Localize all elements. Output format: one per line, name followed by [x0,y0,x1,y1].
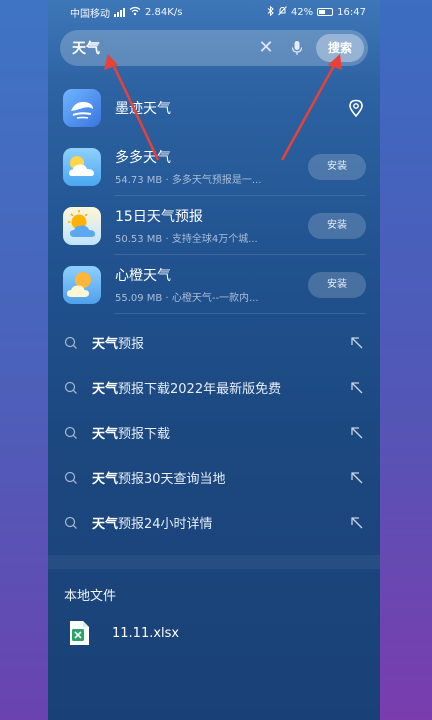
microphone-icon[interactable] [288,38,306,58]
bluetooth-icon [267,5,274,19]
wifi-icon [129,6,141,19]
arrow-up-left-icon[interactable] [350,516,364,530]
arrow-up-left-icon[interactable] [350,381,364,395]
search-icon [64,471,77,484]
arrow-up-left-icon[interactable] [350,336,364,350]
local-files-title: 本地文件 [64,589,117,604]
xlsx-file-icon [70,621,89,645]
search-query[interactable]: 天气 [72,38,256,58]
file-name: 11.11.xlsx [112,625,180,641]
suggestion-item[interactable]: 天气预报下载2022年最新版免费 [48,365,380,410]
app-meta: 50.53 MB · 支持全球4万个城... [115,234,258,245]
search-icon [64,336,77,349]
section-divider [48,555,380,569]
app-name: 心橙天气 [115,268,171,284]
moji-weather-app-icon [63,88,101,127]
app-name: 墨迹天气 [115,100,171,117]
suggestion-text: 天气预报下载2022年最新版免费 [92,382,282,397]
suggestion-item[interactable]: 天气预报下载 [48,410,380,455]
arrow-up-left-icon[interactable] [350,426,364,440]
duoduo-weather-app-icon [63,147,101,186]
suggestion-item[interactable]: 天气预报24小时详情 [48,500,380,545]
search-input[interactable]: 天气 ✕ 搜索 [60,30,368,66]
location-pin-icon[interactable] [346,98,366,118]
search-icon [64,516,77,529]
file-item[interactable]: 11.11.xlsx [48,604,380,646]
search-button[interactable]: 搜索 [315,34,364,62]
battery-percent: 42% [290,6,314,18]
arrow-up-left-icon[interactable] [350,471,364,485]
install-button[interactable]: 安装 [308,153,366,180]
search-row: 天气 ✕ 搜索 [48,24,380,66]
suggestion-item[interactable]: 天气预报30天查询当地 [48,455,380,500]
right-background [380,0,432,720]
app-text: 多多天气 54.73 MB · 多多天气预报是一... [115,147,298,186]
status-bar: 中国移动 2.84K/s 42% 16:47 [48,0,380,24]
app-results: 墨迹天气 多多天气 54.73 MB · 多多天气预报是一... 安装 15日天… [48,78,380,314]
app-row-xincheng[interactable]: 心橙天气 55.09 MB · 心橙天气--一款内... 安装 [48,255,380,314]
suggestion-item[interactable]: 天气预报 [48,320,380,365]
status-left: 中国移动 2.84K/s [70,5,182,20]
suggestion-text: 天气预报下载 [92,427,171,442]
suggestion-text: 天气预报 [92,337,145,352]
xincheng-weather-app-icon [63,265,101,304]
search-icon [64,381,77,394]
suggestion-text: 天气预报30天查询当地 [92,472,226,487]
close-icon[interactable]: ✕ [256,38,276,58]
search-icon [64,426,77,439]
battery-icon [317,8,334,16]
install-button[interactable]: 安装 [308,212,366,239]
app-meta: 54.73 MB · 多多天气预报是一... [115,175,262,186]
left-background [0,0,48,720]
search-suggestions: 天气预报 天气预报下载2022年最新版免费 天气预报下载 天气预报30天查询当地… [48,320,380,545]
status-right: 42% 16:47 [267,5,366,19]
clock: 16:47 [337,6,366,18]
app-row-duoduo[interactable]: 多多天气 54.73 MB · 多多天气预报是一... 安装 [48,137,380,196]
network-speed: 2.84K/s [145,6,183,18]
app-meta: 55.09 MB · 心橙天气--一款内... [115,293,259,304]
app-name: 15日天气预报 [115,209,203,225]
suggestion-text: 天气预报24小时详情 [92,517,213,532]
app-text: 墨迹天气 [115,98,346,118]
app-text: 15日天气预报 50.53 MB · 支持全球4万个城... [115,206,298,245]
phone-screen: 中国移动 2.84K/s 42% 16:47 天气 ✕ 搜索 墨迹天气 多多天气… [48,0,380,720]
app-row-15day[interactable]: 15日天气预报 50.53 MB · 支持全球4万个城... 安装 [48,196,380,255]
carrier-label: 中国移动 [70,8,110,20]
install-button[interactable]: 安装 [308,271,366,298]
app-row-moji[interactable]: 墨迹天气 [48,78,380,137]
bell-off-icon [278,5,287,19]
app-text: 心橙天气 55.09 MB · 心橙天气--一款内... [115,265,298,304]
signal-icon [114,7,125,17]
15day-weather-app-icon [63,206,101,245]
app-name: 多多天气 [115,150,171,166]
